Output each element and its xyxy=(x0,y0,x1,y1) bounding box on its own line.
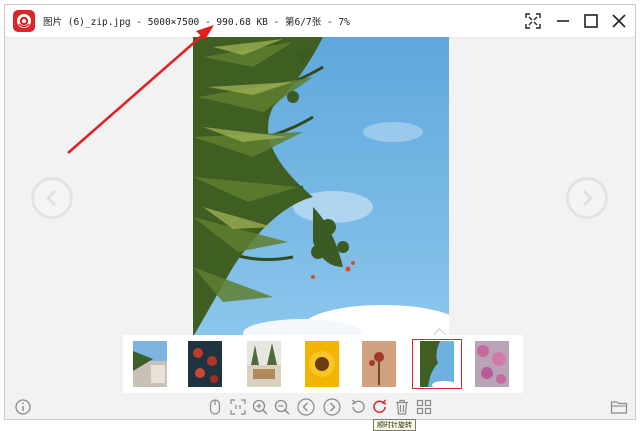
annotation-arrow xyxy=(67,25,214,154)
